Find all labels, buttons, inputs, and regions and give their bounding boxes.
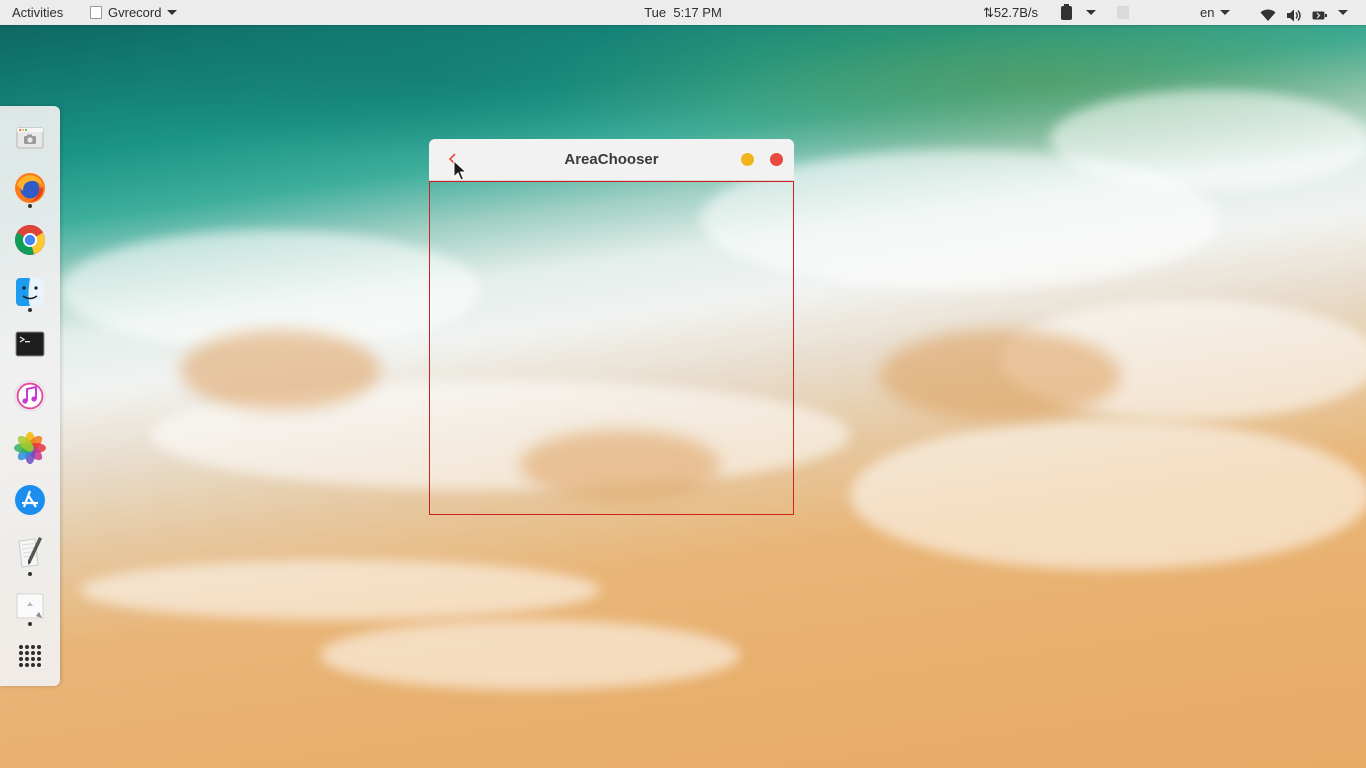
dock-item-app-store[interactable] (12, 482, 48, 518)
dock-item-chrome[interactable] (12, 222, 48, 258)
gvrecord-icon (16, 593, 44, 619)
keyboard-layout-menu[interactable]: en (1200, 0, 1231, 25)
running-indicator (28, 308, 32, 312)
capture-area-selection[interactable] (429, 181, 794, 515)
dock-item-photos[interactable] (12, 430, 48, 466)
dock-item-text-editor[interactable] (12, 534, 48, 570)
dock-item-finder[interactable] (12, 274, 48, 310)
running-indicator (28, 622, 32, 626)
dock-item-show-applications[interactable] (12, 638, 48, 674)
close-button[interactable] (770, 153, 783, 166)
chevron-left-icon (448, 153, 456, 165)
running-indicator (28, 204, 32, 208)
chevron-down-icon (1338, 10, 1348, 15)
chevron-down-icon (167, 10, 178, 15)
battery-icon (1312, 9, 1328, 22)
dock-item-terminal[interactable] (12, 326, 48, 362)
network-speed-indicator[interactable]: ⇅52.7B/s (983, 0, 1038, 25)
back-button[interactable] (445, 151, 461, 167)
gvrecord-app-icon (90, 6, 102, 19)
keyboard-layout-label: en (1200, 5, 1215, 20)
clipboard-menu[interactable] (1061, 0, 1096, 25)
dock-item-music[interactable] (12, 378, 48, 414)
clock[interactable]: Tue 5:17 PM (644, 5, 722, 20)
chevron-down-icon (1220, 10, 1231, 15)
app-store-icon (15, 485, 45, 515)
system-menu[interactable] (1260, 0, 1348, 25)
finder-icon (16, 278, 44, 306)
clock-container: Tue 5:17 PM (0, 0, 1366, 25)
workspace-indicator-icon[interactable] (1117, 6, 1129, 19)
minimize-button[interactable] (741, 153, 754, 166)
clipboard-icon (1061, 3, 1072, 20)
photos-icon (14, 432, 46, 464)
chrome-icon (15, 224, 45, 255)
window-titlebar[interactable]: AreaChooser (429, 139, 794, 180)
top-panel: Activities Gvrecord Tue 5:17 PM ⇅52.7B/s… (0, 0, 1366, 25)
dock-item-firefox[interactable] (12, 170, 48, 206)
music-icon (14, 380, 46, 412)
dock-item-screenshot[interactable] (12, 120, 48, 156)
screenshot-app-icon (16, 127, 44, 149)
running-indicator (28, 572, 32, 576)
app-menu[interactable]: Gvrecord (90, 0, 178, 25)
firefox-icon (15, 173, 45, 203)
dock-item-gvrecord[interactable] (12, 588, 48, 624)
text-editor-icon (18, 537, 42, 568)
activities-button[interactable]: Activities (12, 0, 63, 25)
terminal-icon (15, 331, 45, 357)
window-title: AreaChooser (564, 151, 659, 168)
chevron-down-icon (1086, 10, 1096, 15)
show-applications-icon (19, 645, 41, 667)
area-chooser-window[interactable]: AreaChooser (429, 139, 794, 515)
wifi-icon (1260, 9, 1276, 22)
volume-icon (1286, 9, 1302, 22)
app-menu-label: Gvrecord (108, 5, 162, 20)
dock (0, 106, 60, 686)
